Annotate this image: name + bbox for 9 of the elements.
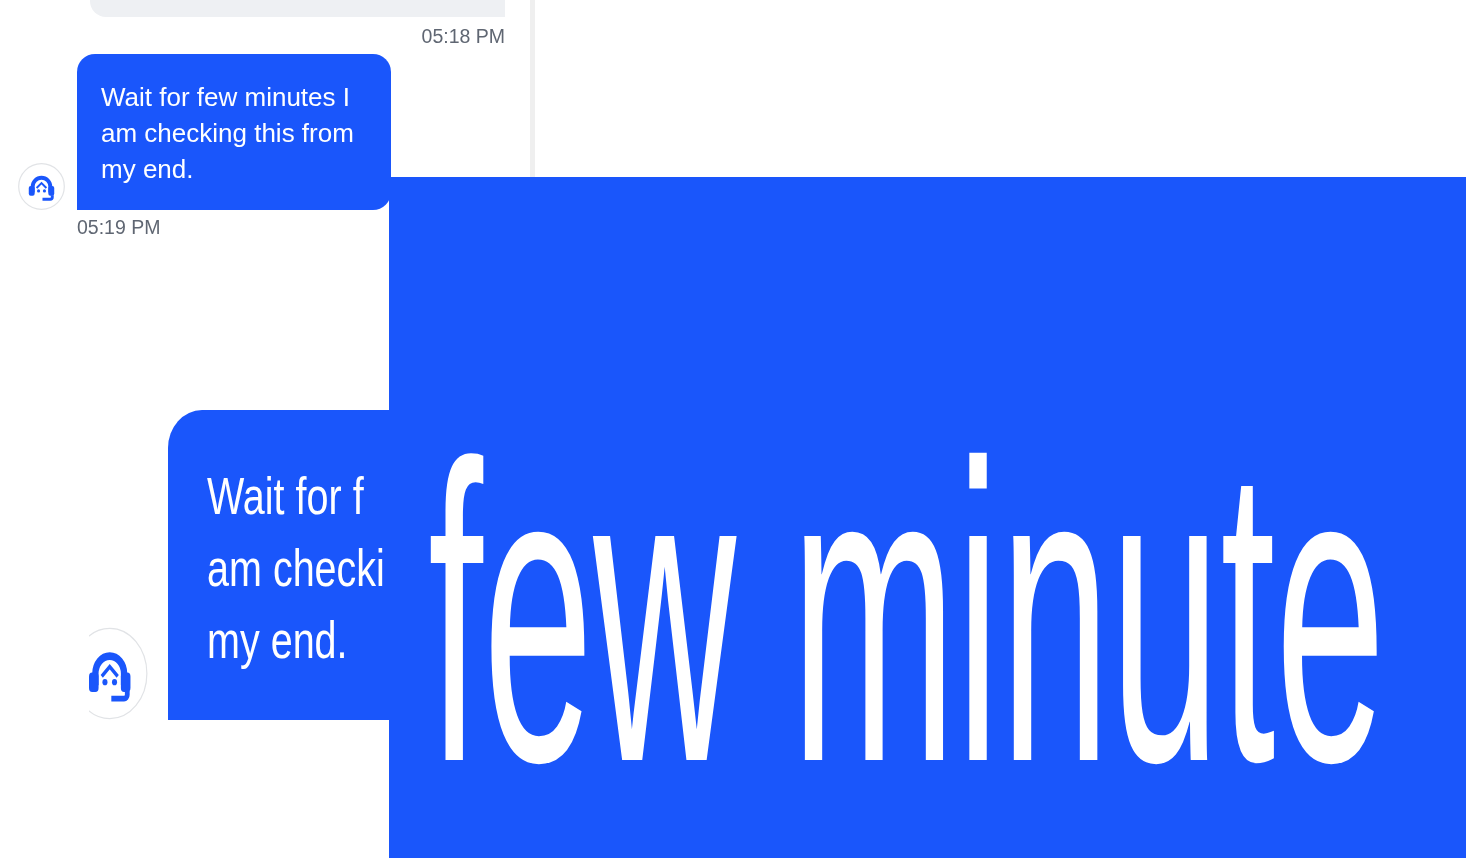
magnified-message-text: few minute: [428, 401, 1386, 825]
headset-avatar-icon: [89, 627, 148, 720]
headset-avatar-icon: [18, 163, 65, 210]
magnified-message-text: Wait for f: [207, 465, 364, 528]
message-time: 05:18 PM: [421, 25, 505, 47]
agent-message: Wait for few minutes I am checking this from my end.: [77, 54, 391, 210]
magnified-message-text: my end.: [207, 609, 348, 672]
message-time: 05:19 PM: [77, 216, 161, 238]
magnified-message-text: am checki: [207, 537, 385, 600]
